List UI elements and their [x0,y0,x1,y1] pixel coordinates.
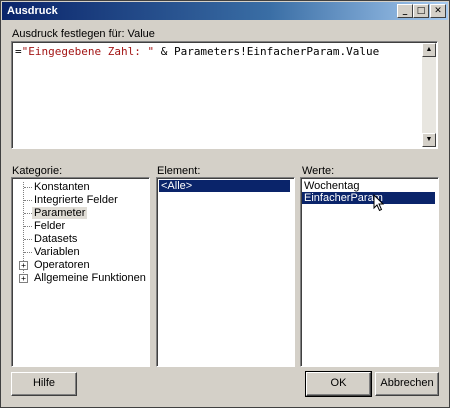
tree-item-allgemeine-funktionen[interactable]: Allgemeine Funktionen [34,272,146,284]
category-tree[interactable]: Konstanten Integrierte Felder Parameter … [11,177,150,367]
help-button[interactable]: Hilfe [11,372,77,396]
expression-scrollbar[interactable]: ▲ ▼ [422,43,436,147]
tree-item-integrierte-felder[interactable]: Integrierte Felder [34,194,118,206]
tree-connector [24,239,32,240]
expand-plus-icon[interactable]: + [19,261,28,270]
values-list[interactable]: Wochentag EinfacherParam [300,177,439,367]
expression-prefix: = [15,45,22,58]
list-item[interactable]: Wochentag [304,180,359,192]
tree-item-parameter[interactable]: Parameter [32,207,88,219]
title-bar[interactable]: Ausdruck _ □ ✕ [2,2,448,20]
category-label: Kategorie: [12,165,63,177]
expression-label: Ausdruck festlegen für: Value [12,28,155,40]
tree-item-variablen[interactable]: Variablen [34,246,80,258]
window-title: Ausdruck [7,5,58,17]
tree-connector [24,187,32,188]
minimize-button[interactable]: _ [397,4,413,18]
list-item[interactable]: <Alle> [159,180,290,192]
expression-editor[interactable]: ="Eingegebene Zahl: " & Parameters!Einfa… [11,41,438,149]
expression-text[interactable]: ="Eingegebene Zahl: " & Parameters!Einfa… [15,45,379,58]
mouse-cursor-icon [373,194,385,212]
cancel-button[interactable]: Abbrechen [375,372,439,396]
tree-item-operatoren[interactable]: Operatoren [34,259,90,271]
values-label: Werte: [302,165,335,177]
expand-plus-icon[interactable]: + [19,274,28,283]
expression-string-literal: "Eingegebene Zahl: " [21,45,155,58]
maximize-button[interactable]: □ [413,4,429,18]
expression-dialog: Ausdruck _ □ ✕ Ausdruck festlegen für: V… [0,0,450,408]
tree-connector [24,213,32,214]
tree-connector [24,226,32,227]
list-item[interactable]: EinfacherParam [302,192,435,204]
ok-button[interactable]: OK [305,371,372,397]
expression-rest: & Parameters!EinfacherParam.Value [154,45,380,58]
close-button[interactable]: ✕ [430,4,446,18]
element-label: Element: [157,165,201,177]
tree-item-konstanten[interactable]: Konstanten [34,181,90,193]
tree-item-felder[interactable]: Felder [34,220,65,232]
tree-connector [24,252,32,253]
scroll-up-arrow-icon[interactable]: ▲ [422,43,436,57]
element-list[interactable]: <Alle> [156,177,295,367]
scroll-down-arrow-icon[interactable]: ▼ [422,133,436,147]
tree-connector [24,200,32,201]
tree-item-datasets[interactable]: Datasets [34,233,77,245]
